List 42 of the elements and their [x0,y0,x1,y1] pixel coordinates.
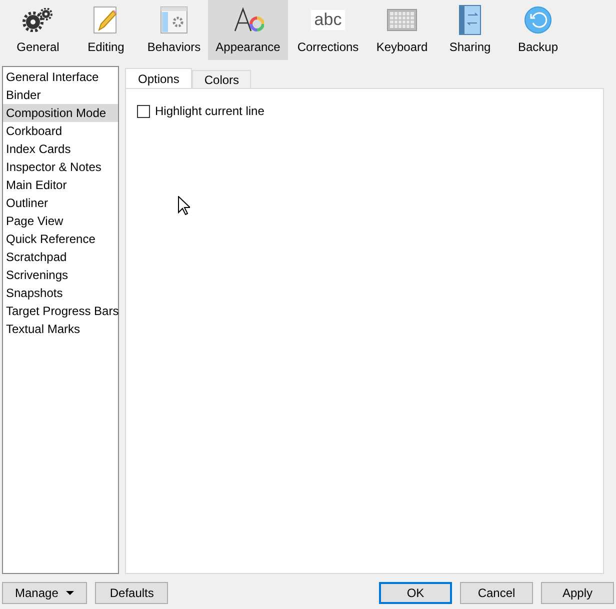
tab[interactable]: Colors [192,70,252,88]
pencil-note-icon [93,6,119,34]
toolbar-button[interactable]: Backup [504,0,572,60]
sidebar-item[interactable]: Snapshots [3,284,118,302]
checkbox[interactable] [137,104,150,118]
caret-icon [66,591,74,595]
toolbar-button[interactable]: Editing [72,0,140,60]
toolbar-button[interactable]: Behaviors [140,0,208,60]
toolbar-button[interactable]: abc Corrections [288,0,368,60]
sidebar-item[interactable]: Quick Reference [3,230,118,248]
sidebar-item[interactable]: General Interface [3,68,118,86]
sidebar-item[interactable]: Outliner [3,194,118,212]
sidebar-item[interactable]: Binder [3,86,118,104]
sidebar-item[interactable]: Main Editor [3,176,118,194]
pointer-icon [178,196,190,215]
toolbar-button[interactable]: General [4,0,72,60]
keyboard-icon [387,9,417,31]
button[interactable]: Apply [541,582,614,604]
sidebar-item[interactable]: Scrivenings [3,266,118,284]
sidebar-item[interactable]: Inspector & Notes [3,158,118,176]
sidebar-item[interactable]: Composition Mode [3,104,118,122]
sidebar-item[interactable]: Scratchpad [3,248,118,266]
checkbox-label: Highlight current line [155,103,264,120]
sidebar-item[interactable]: Index Cards [3,140,118,158]
dropdown-button[interactable]: Manage [2,582,88,604]
button[interactable]: Defaults [95,582,168,604]
window-gear-icon [160,6,188,34]
button[interactable]: Cancel [460,582,533,604]
color-letter-icon [232,6,264,34]
toolbar-button[interactable]: Sharing [436,0,504,60]
backup-icon [524,6,552,34]
toolbar-button[interactable]: Appearance [208,0,288,60]
abc-text-icon: abc [311,10,345,30]
sidebar-item[interactable]: Textual Marks [3,320,118,338]
toolbar-button[interactable]: Keyboard [368,0,436,60]
sidebar-item[interactable]: Target Progress Bars [3,302,118,320]
sidebar-item[interactable]: Corkboard [3,122,118,140]
gear-icon [22,8,54,32]
binder-arrows-icon [459,5,481,35]
tab[interactable]: Options [125,68,192,88]
button[interactable]: OK [379,582,452,604]
sidebar-item[interactable]: Page View [3,212,118,230]
